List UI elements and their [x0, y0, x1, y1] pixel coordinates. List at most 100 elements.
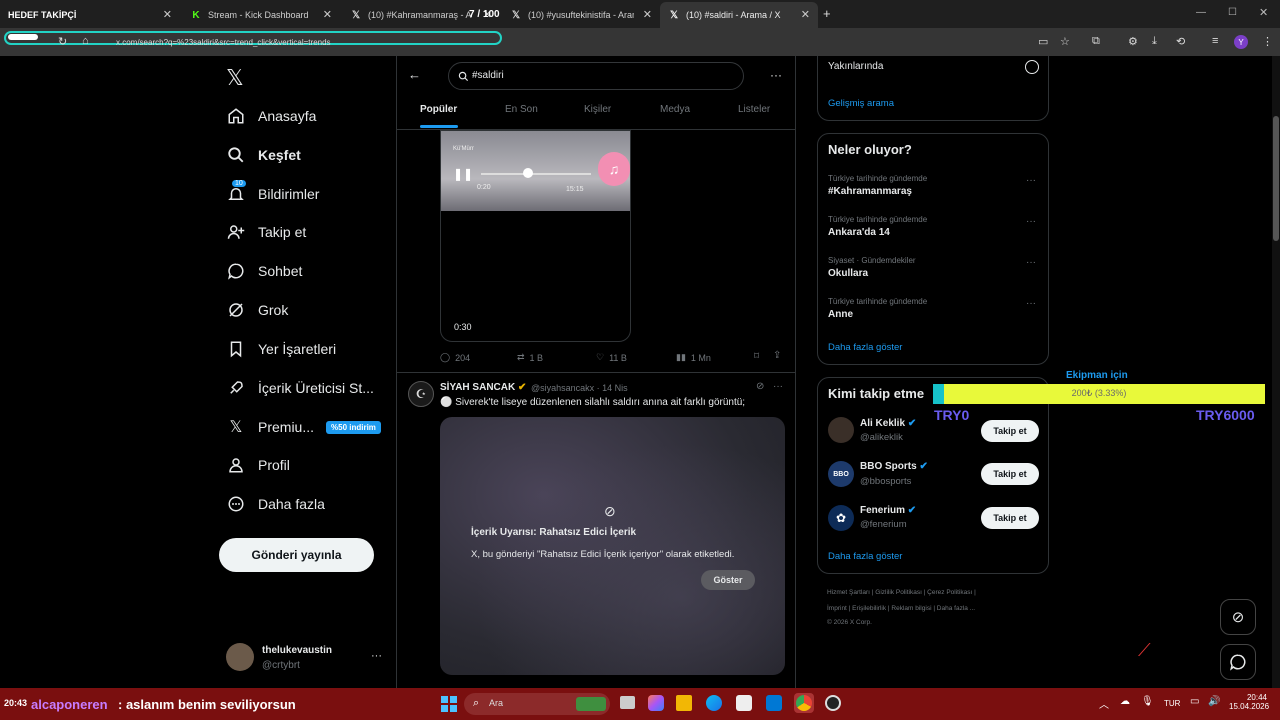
- onedrive-icon[interactable]: ☁: [1120, 696, 1130, 707]
- nearby-radio[interactable]: [1025, 60, 1039, 74]
- windows-start-icon[interactable]: [441, 696, 457, 712]
- avatar[interactable]: [828, 417, 854, 443]
- close-icon[interactable]: ✕: [643, 8, 652, 21]
- clock[interactable]: 20:44 15.04.2026: [1229, 693, 1269, 711]
- post-video[interactable]: Kü'Mürr ❚❚ 0:20 15:15 ♫ 0:30: [440, 130, 631, 342]
- nav-profile[interactable]: Profil: [226, 452, 290, 478]
- download-icon[interactable]: ⤓: [1152, 35, 1157, 48]
- translate-icon[interactable]: ⟲: [1176, 35, 1185, 48]
- trend-options-icon[interactable]: ···: [1026, 175, 1036, 186]
- post-button[interactable]: Gönderi yayınla: [219, 538, 374, 572]
- footer-links[interactable]: İmprint | Erişilebilirlik | Reklam bilgi…: [827, 605, 975, 612]
- share-icon[interactable]: ⇪: [773, 350, 781, 361]
- trend-options-icon[interactable]: ···: [1026, 257, 1036, 268]
- follow-button[interactable]: Takip et: [981, 507, 1039, 529]
- avatar[interactable]: ✿: [828, 505, 854, 531]
- tray-expand-icon[interactable]: ︿: [1099, 696, 1109, 711]
- scrollbar-track[interactable]: [1272, 56, 1280, 688]
- nav-chat[interactable]: Sohbet: [226, 258, 302, 284]
- nav-more[interactable]: Daha fazla: [226, 491, 325, 517]
- trend-item[interactable]: Ankara'da 14: [828, 227, 890, 238]
- video-progress-track[interactable]: [481, 173, 591, 175]
- post-options-icon[interactable]: ···: [773, 381, 783, 392]
- reload-icon[interactable]: ↻: [58, 35, 67, 48]
- pause-icon[interactable]: ❚❚: [453, 167, 473, 181]
- suggestion-name[interactable]: BBO Sports ✔: [860, 461, 928, 472]
- avatar[interactable]: ☪: [408, 381, 434, 407]
- nav-premium[interactable]: 𝕏 Premiu... %50 indirim: [226, 414, 381, 440]
- tab-yusuftekin[interactable]: 𝕏 (10) #yusuftekinistifa - Arama / ✕: [502, 2, 660, 28]
- x-logo-icon[interactable]: 𝕏: [226, 65, 244, 91]
- nav-explore[interactable]: Keşfet: [226, 142, 301, 168]
- video-scrubber[interactable]: [523, 168, 533, 178]
- nav-creator-studio[interactable]: İçerik Üreticisi St...: [226, 375, 374, 401]
- close-icon[interactable]: ✕: [163, 8, 172, 21]
- tab-saldiri[interactable]: 𝕏 (10) #saldiri - Arama / X ✕: [660, 2, 818, 28]
- new-tab-button[interactable]: +: [823, 6, 831, 21]
- trend-options-icon[interactable]: ···: [1026, 298, 1036, 309]
- tab-people[interactable]: Kişiler: [584, 104, 611, 115]
- tab-popular[interactable]: Popüler: [420, 104, 457, 115]
- account-menu-icon[interactable]: ···: [371, 650, 382, 662]
- performance-icon[interactable]: ⚙: [1128, 35, 1138, 48]
- repost-button[interactable]: ⇄ 1 B: [517, 352, 543, 363]
- network-icon[interactable]: ▭: [1190, 696, 1199, 707]
- tab-lists[interactable]: Listeler: [738, 104, 770, 115]
- search-options-icon[interactable]: ···: [770, 68, 782, 82]
- who-show-more-link[interactable]: Daha fazla göster: [828, 551, 902, 562]
- nav-grok[interactable]: Grok: [226, 297, 288, 323]
- tab-latest[interactable]: En Son: [505, 104, 538, 115]
- advanced-search-link[interactable]: Gelişmiş arama: [828, 98, 894, 109]
- close-icon[interactable]: ✕: [323, 8, 332, 21]
- chrome-icon[interactable]: [796, 695, 812, 711]
- obs-icon[interactable]: [825, 695, 841, 711]
- follow-button[interactable]: Takip et: [981, 463, 1039, 485]
- trend-options-icon[interactable]: ···: [1026, 216, 1036, 227]
- grok-float-button[interactable]: ⊘: [1220, 599, 1256, 635]
- minimize-icon[interactable]: —: [1196, 7, 1206, 18]
- profile-avatar[interactable]: Y: [1234, 35, 1248, 49]
- follow-button[interactable]: Takip et: [981, 420, 1039, 442]
- nav-follow[interactable]: Takip et: [226, 219, 306, 245]
- cast-icon[interactable]: ▭: [1038, 35, 1048, 48]
- avatar[interactable]: [226, 643, 254, 671]
- trend-item[interactable]: Anne: [828, 309, 853, 320]
- store-icon[interactable]: [736, 695, 752, 711]
- file-explorer-icon[interactable]: [676, 695, 692, 711]
- trends-show-more-link[interactable]: Daha fazla göster: [828, 342, 902, 353]
- tab-kick[interactable]: K Stream - Kick Dashboard ✕: [182, 2, 340, 28]
- edge-icon[interactable]: [706, 695, 722, 711]
- mail-icon[interactable]: [766, 695, 782, 711]
- suggestion-name[interactable]: Ali Keklik ✔: [860, 418, 916, 429]
- trend-item[interactable]: Okullara: [828, 268, 868, 279]
- bookmark-icon[interactable]: ⌑: [754, 351, 759, 362]
- trend-item[interactable]: #Kahramanmaraş: [828, 186, 912, 197]
- suggestion-name[interactable]: Fenerium ✔: [860, 505, 916, 516]
- reading-list-icon[interactable]: ≡: [1212, 35, 1218, 47]
- close-window-icon[interactable]: ✕: [1259, 6, 1268, 19]
- volume-icon[interactable]: 🔊: [1208, 696, 1220, 707]
- task-view-icon[interactable]: [620, 696, 635, 709]
- messages-float-button[interactable]: [1220, 644, 1256, 680]
- maximize-icon[interactable]: ☐: [1228, 7, 1237, 18]
- nav-home[interactable]: Anasayfa: [226, 103, 316, 129]
- tab-media[interactable]: Medya: [660, 104, 690, 115]
- views-button[interactable]: ▮▮ 1 Mn: [676, 352, 711, 363]
- bookmark-star-icon[interactable]: ☆: [1060, 35, 1070, 48]
- nav-bookmarks[interactable]: Yer İşaretleri: [226, 336, 336, 362]
- microphone-icon[interactable]: 🎙: [1141, 696, 1154, 707]
- language-indicator[interactable]: TUR: [1164, 699, 1180, 708]
- post-author-name[interactable]: SİYAH SANCAK ✔: [440, 382, 526, 393]
- avatar[interactable]: BBO: [828, 461, 854, 487]
- taskbar-search[interactable]: ⌕ Ara: [464, 693, 610, 715]
- scrollbar-thumb[interactable]: [1273, 116, 1279, 241]
- back-arrow-icon[interactable]: ←: [408, 67, 421, 82]
- tab-hedef[interactable]: HEDEF TAKİPÇİ ✕: [0, 2, 180, 28]
- menu-icon[interactable]: ⋮: [1262, 35, 1273, 48]
- nav-notifications[interactable]: 10 Bildirimler: [226, 180, 319, 207]
- home-icon[interactable]: ⌂: [82, 35, 89, 47]
- copilot-icon[interactable]: [648, 695, 664, 711]
- show-media-button[interactable]: Göster: [701, 570, 755, 590]
- sensitive-media[interactable]: ⊘ İçerik Uyarısı: Rahatsız Edici İçerik …: [440, 417, 785, 675]
- grok-icon[interactable]: ⊘: [756, 381, 764, 392]
